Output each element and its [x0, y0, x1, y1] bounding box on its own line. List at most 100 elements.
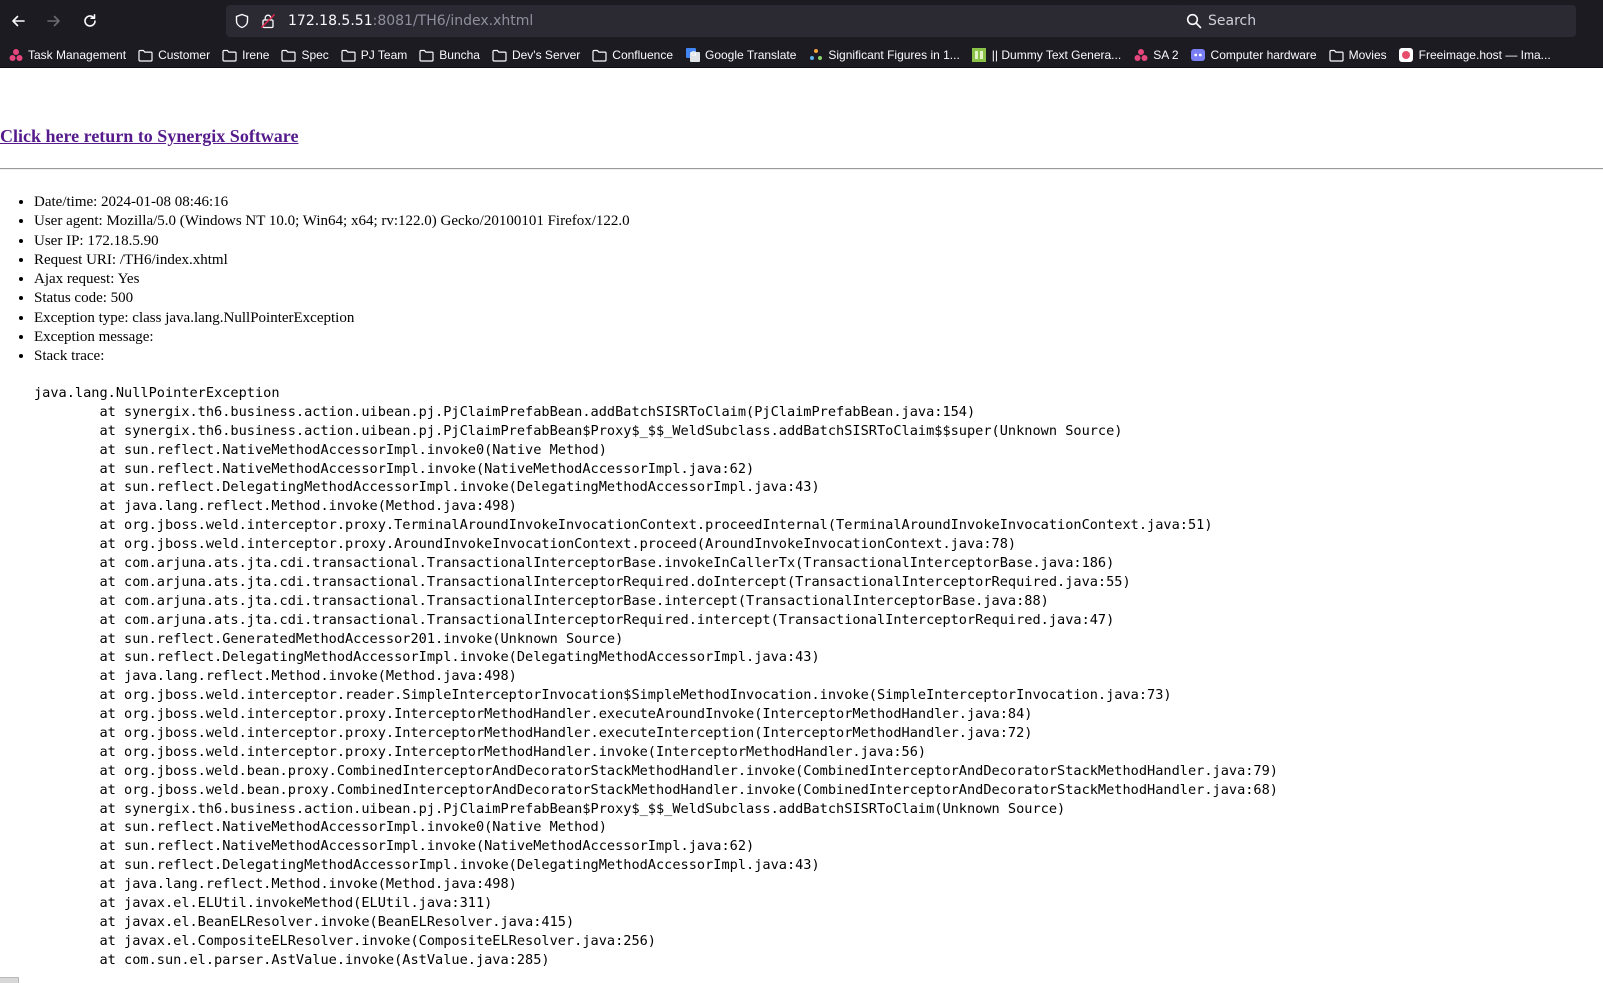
stack-trace-line: at sun.reflect.DelegatingMethodAccessorI…: [34, 649, 820, 666]
bookmark-item[interactable]: G Google Translate: [683, 44, 798, 66]
stack-trace-line: at sun.reflect.DelegatingMethodAccessorI…: [34, 479, 820, 496]
forward-arrow-icon: [47, 15, 60, 27]
folder-icon: [222, 48, 237, 62]
url-path: :8081/TH6/index.xhtml: [372, 13, 534, 29]
folder-icon: [281, 48, 297, 62]
info-item: User IP: 172.18.5.90: [34, 232, 630, 251]
info-item: Date/time: 2024-01-08 08:46:16: [34, 193, 630, 212]
insecure-lock-icon[interactable]: [260, 13, 276, 29]
search-bar[interactable]: Search: [1176, 5, 1576, 37]
stack-trace-line: at java.lang.reflect.Method.invoke(Metho…: [34, 498, 517, 515]
bookmark-label: || Dummy Text Genera...: [991, 48, 1122, 62]
stack-trace-line: at com.sun.el.parser.AstValue.invoke(Ast…: [34, 951, 550, 968]
stack-trace-line: at sun.reflect.DelegatingMethodAccessorI…: [34, 857, 820, 874]
browser-toolbar: 172.18.5.51:8081/TH6/index.xhtml Search: [0, 0, 1603, 42]
bookmark-item[interactable]: Customer: [136, 44, 212, 66]
info-item: Exception message:: [34, 328, 630, 347]
folder-icon: [592, 48, 607, 62]
stack-trace-line: at java.lang.reflect.Method.invoke(Metho…: [34, 876, 517, 893]
info-item: Status code: 500: [34, 289, 630, 308]
svg-text:G: G: [691, 50, 696, 58]
info-item: Ajax request: Yes: [34, 270, 630, 289]
back-button[interactable]: [4, 7, 32, 35]
bookmark-label: Computer hardware: [1210, 48, 1317, 62]
folder-icon: [419, 48, 434, 62]
forward-button[interactable]: [40, 7, 68, 35]
stack-trace-line: at org.jboss.weld.interceptor.reader.Sim…: [34, 687, 1172, 704]
bookmark-item[interactable]: Buncha: [417, 44, 482, 66]
bookmark-label: PJ Team: [360, 48, 408, 62]
bookmark-item[interactable]: Freeimage.host — Ima...: [1397, 44, 1553, 66]
stack-trace-line: at synergix.th6.business.action.uibean.p…: [34, 800, 1066, 817]
search-icon: [1186, 13, 1202, 29]
stack-trace-line: at sun.reflect.NativeMethodAccessorImpl.…: [34, 838, 755, 855]
green-square-favicon: [972, 48, 987, 62]
return-to-synergix-link[interactable]: Click here return to Synergix Software: [0, 126, 298, 147]
stack-trace-line: at org.jboss.weld.interceptor.proxy.Inte…: [34, 725, 1033, 742]
discord-favicon: [1191, 48, 1206, 62]
stack-trace-line: at sun.reflect.GeneratedMethodAccessor20…: [34, 630, 624, 647]
bookmark-item[interactable]: Irene: [220, 44, 271, 66]
stack-trace-line: at com.arjuna.ats.jta.cdi.transactional.…: [34, 592, 1049, 609]
stack-trace-line: at org.jboss.weld.interceptor.proxy.Term…: [34, 517, 1213, 534]
info-item: Exception type: class java.lang.NullPoin…: [34, 309, 630, 328]
stack-trace-line: at sun.reflect.NativeMethodAccessorImpl.…: [34, 460, 755, 477]
bookmark-item[interactable]: Computer hardware: [1189, 44, 1319, 66]
info-item: User agent: Mozilla/5.0 (Windows NT 10.0…: [34, 212, 630, 231]
stack-trace-line: at com.arjuna.ats.jta.cdi.transactional.…: [34, 555, 1115, 572]
reload-icon: [84, 14, 96, 27]
bookmark-label: Dev's Server: [511, 48, 581, 62]
error-page: Click here return to Synergix Software D…: [0, 68, 1603, 983]
sparkle-favicon: [808, 48, 823, 62]
stack-trace-line: at sun.reflect.NativeMethodAccessorImpl.…: [34, 819, 607, 836]
dots-favicon: [1133, 48, 1148, 62]
info-item: Request URI: /TH6/index.xhtml: [34, 251, 630, 270]
bookmarks-toolbar: Task Management Customer Irene Spec PJ Team B…: [0, 43, 1603, 67]
corner-scroll-tab[interactable]: [0, 977, 19, 983]
bookmark-item[interactable]: Movies: [1327, 44, 1389, 66]
stack-trace-line: at org.jboss.weld.interceptor.proxy.Arou…: [34, 536, 1017, 553]
bookmark-label: SA 2: [1153, 48, 1179, 62]
stack-trace-line: at synergix.th6.business.action.uibean.p…: [34, 422, 1123, 439]
bookmark-item[interactable]: Significant Figures in 1...: [806, 44, 961, 66]
bookmark-label: Freeimage.host — Ima...: [1418, 48, 1551, 62]
stack-trace-line: at com.arjuna.ats.jta.cdi.transactional.…: [34, 611, 1115, 628]
dots-favicon: [8, 48, 23, 62]
stack-trace-line: at org.jboss.weld.bean.proxy.CombinedInt…: [34, 762, 1278, 779]
reload-button[interactable]: [76, 7, 104, 35]
stack-trace-line: at org.jboss.weld.interceptor.proxy.Inte…: [34, 743, 927, 760]
bookmark-label: Confluence: [612, 48, 673, 62]
error-info-list: Date/time: 2024-01-08 08:46:16User agent…: [0, 193, 630, 367]
stack-trace-line: at sun.reflect.NativeMethodAccessorImpl.…: [34, 441, 607, 458]
bookmark-item[interactable]: SA 2: [1131, 44, 1180, 66]
bookmark-item[interactable]: || Dummy Text Genera...: [970, 44, 1123, 66]
bookmark-label: Google Translate: [705, 48, 797, 62]
image-favicon: [1399, 48, 1414, 62]
search-placeholder: Search: [1208, 13, 1257, 29]
stack-trace: java.lang.NullPointerException at synerg…: [34, 384, 1278, 970]
bookmark-label: Spec: [301, 48, 329, 62]
bookmark-label: Task Management: [28, 48, 127, 62]
folder-icon: [1329, 48, 1344, 62]
bookmark-item[interactable]: Task Management: [6, 44, 128, 66]
stack-trace-line: at org.jboss.weld.interceptor.proxy.Inte…: [34, 706, 1033, 723]
folder-icon: [492, 48, 507, 62]
translate-favicon: G: [685, 48, 700, 62]
bookmark-label: Irene: [242, 48, 270, 62]
browser-chrome: 172.18.5.51:8081/TH6/index.xhtml Search …: [0, 0, 1603, 68]
stack-trace-line: at java.lang.reflect.Method.invoke(Metho…: [34, 668, 517, 685]
stack-trace-line: at org.jboss.weld.bean.proxy.CombinedInt…: [34, 781, 1278, 798]
folder-icon: [138, 48, 153, 62]
bookmark-label: Customer: [158, 48, 211, 62]
bookmark-item[interactable]: PJ Team: [339, 44, 409, 66]
shield-icon[interactable]: [234, 13, 250, 29]
url-text[interactable]: 172.18.5.51:8081/TH6/index.xhtml: [288, 5, 533, 37]
bookmark-item[interactable]: Spec: [279, 44, 330, 66]
bookmark-item[interactable]: Confluence: [590, 44, 675, 66]
stack-trace-line: at com.arjuna.ats.jta.cdi.transactional.…: [34, 573, 1131, 590]
back-arrow-icon: [12, 15, 25, 27]
stack-trace-line: at javax.el.CompositeELResolver.invoke(C…: [34, 932, 656, 949]
horizontal-rule: [0, 168, 1603, 170]
bookmark-label: Movies: [1348, 48, 1387, 62]
bookmark-item[interactable]: Dev's Server: [490, 44, 582, 66]
